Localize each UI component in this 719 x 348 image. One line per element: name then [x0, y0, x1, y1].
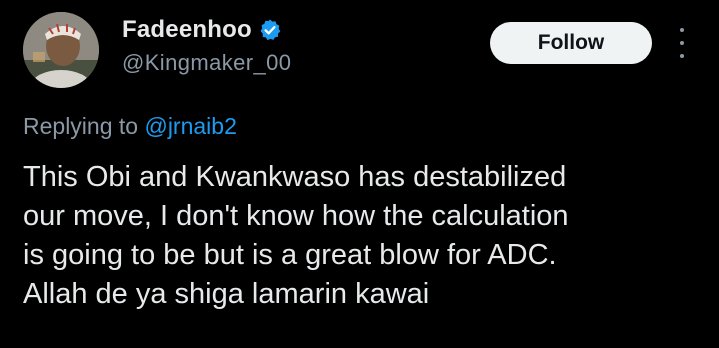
more-options-dot — [680, 41, 684, 45]
tweet-text-line: This Obi and Kwankwaso has destabilized — [23, 161, 567, 193]
tweet-text-line: our move, I don't know how the calculati… — [23, 200, 569, 232]
author-handle[interactable]: @Kingmaker_00 — [122, 50, 291, 76]
follow-button[interactable]: Follow — [490, 22, 652, 64]
more-options-dot — [680, 28, 684, 32]
tweet-card: Fadeenhoo @Kingmaker_00 Follow Replying … — [0, 0, 719, 348]
tweet-text-line: Allah de ya shiga lamarin kawai — [23, 278, 430, 310]
author-name-row: Fadeenhoo — [122, 14, 282, 46]
more-options-icon[interactable] — [674, 28, 690, 58]
avatar[interactable] — [23, 12, 99, 88]
replying-to: Replying to @jrnaib2 — [23, 113, 237, 140]
tweet-text: This Obi and Kwankwaso has destabilized … — [23, 158, 713, 314]
replying-to-label: Replying to — [23, 113, 145, 139]
reply-target-link[interactable]: @jrnaib2 — [144, 113, 236, 139]
more-options-dot — [680, 54, 684, 58]
verified-badge-icon — [260, 19, 281, 41]
avatar-image — [23, 12, 99, 88]
author-display-name[interactable]: Fadeenhoo — [122, 16, 252, 44]
tweet-text-line: is going to be but is a great blow for A… — [23, 239, 557, 271]
